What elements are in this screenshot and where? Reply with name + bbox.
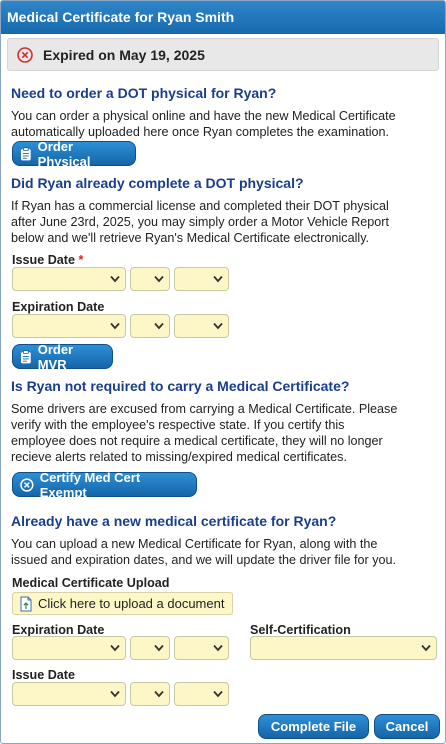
certify-exempt-label: Certify Med Cert Exempt [39,469,141,500]
complete-file-button[interactable]: Complete File [258,714,369,739]
certify-exempt-button[interactable]: Certify Med Cert Exempt [12,469,197,500]
issue-date-year-select[interactable] [174,267,229,291]
chevron-down-icon [110,644,120,652]
upload-expiration-year-select[interactable] [174,636,229,660]
not-required-text-2: verify with the employee's respective st… [11,418,345,432]
chevron-down-icon [110,322,120,330]
expiration-date-month-select[interactable] [12,314,126,338]
not-required-heading: Is Ryan not required to carry a Medical … [11,378,350,394]
chevron-down-icon [154,644,164,652]
chevron-down-icon [110,275,120,283]
chevron-down-icon [213,322,223,330]
clipboard-icon [20,146,31,160]
order-physical-label: Order Physical [37,138,91,169]
chevron-down-icon [154,322,164,330]
upload-document-button[interactable]: Click here to upload a document [12,592,234,615]
upload-issue-year-select[interactable] [174,682,229,706]
expiration-date-year-select[interactable] [174,314,229,338]
expiration-date-day-select[interactable] [130,314,170,338]
chevron-down-icon [213,690,223,698]
issue-date-label: Issue Date * [12,253,83,267]
dialog-title: Medical Certificate for Ryan Smith [1,1,445,34]
upload-expiration-day-select[interactable] [130,636,170,660]
completed-physical-text-2: after June 23rd, 2025, you may simply or… [11,215,390,229]
upload-issue-month-select[interactable] [12,682,126,706]
certificate-upload-label: Medical Certificate Upload [12,576,170,590]
chevron-down-icon [213,275,223,283]
completed-physical-text-1: If Ryan has a commercial license and com… [11,199,389,213]
chevron-down-icon [154,690,164,698]
order-physical-heading: Need to order a DOT physical for Ryan? [11,85,277,101]
error-x-circle-icon [17,46,33,63]
expiration-date-label: Expiration Date [12,300,105,314]
medical-certificate-dialog: Medical Certificate for Ryan Smith Expir… [0,0,446,744]
self-certification-label: Self-Certification [250,623,351,637]
order-physical-button[interactable]: Order Physical [12,138,136,169]
cancel-label: Cancel [385,719,429,734]
issue-date-label-text: Issue Date [12,253,75,267]
cancel-button[interactable]: Cancel [374,714,440,739]
upload-expiration-date-label: Expiration Date [12,623,105,637]
completed-physical-text-3: below and we'll retrieve Ryan's Medical … [11,231,370,245]
upload-issue-day-select[interactable] [130,682,170,706]
upload-heading: Already have a new medical certificate f… [11,513,337,529]
clipboard-icon [20,349,31,363]
upload-expiration-month-select[interactable] [12,636,126,660]
status-text: Expired on May 19, 2025 [43,46,205,63]
upload-issue-date-label: Issue Date [12,668,75,682]
chevron-down-icon [154,275,164,283]
upload-document-label: Click here to upload a document [38,596,225,611]
not-required-text-1: Some drivers are excused from carrying a… [11,402,398,416]
issue-date-month-select[interactable] [12,267,126,291]
order-mvr-label: Order MVR [37,341,74,372]
self-certification-select[interactable] [250,636,437,660]
chevron-down-icon [421,644,431,652]
issue-date-day-select[interactable] [130,267,170,291]
upload-text-1: You can upload a new Medical Certificate… [11,537,378,551]
expired-status-banner: Expired on May 19, 2025 [7,38,439,71]
not-required-text-3: employee does not require a medical cert… [11,434,383,448]
chevron-down-icon [213,644,223,652]
complete-file-label: Complete File [270,719,357,734]
order-mvr-button[interactable]: Order MVR [12,341,113,372]
completed-physical-heading: Did Ryan already complete a DOT physical… [11,175,304,191]
order-physical-text-1: You can order a physical online and have… [11,109,396,123]
x-circle-icon [20,477,34,492]
document-upload-icon [20,596,32,611]
not-required-text-4: recieve alerts related to missing/expire… [11,450,347,464]
upload-text-2: issued and expiration dates, and we will… [11,553,397,567]
chevron-down-icon [110,690,120,698]
required-asterisk: * [78,253,84,267]
